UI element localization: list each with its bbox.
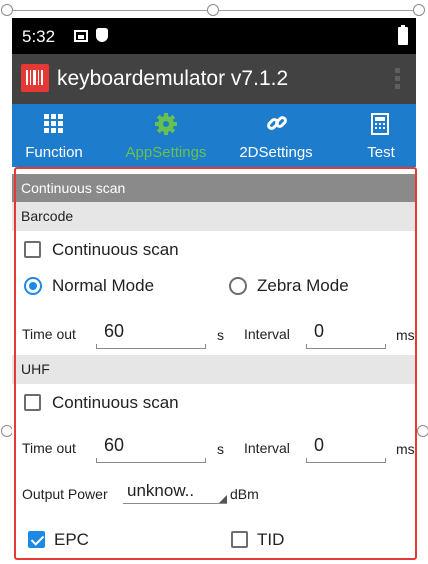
shield-notification-icon xyxy=(96,28,108,42)
tab-appsettings-label: AppSettings xyxy=(125,144,207,161)
resize-handle-mid-right[interactable] xyxy=(417,425,428,437)
resize-handle-top-right[interactable] xyxy=(413,4,425,16)
battery-icon xyxy=(398,25,408,45)
tab-test-label: Test xyxy=(367,144,395,161)
gear-icon xyxy=(155,113,177,135)
resize-handle-top-center[interactable] xyxy=(207,4,219,16)
status-time: 5:32 xyxy=(22,27,56,46)
resize-handle-top-left[interactable] xyxy=(1,4,13,16)
tab-test[interactable]: Test xyxy=(346,104,416,167)
status-bar: 5:32 xyxy=(12,18,416,54)
tab-appsettings[interactable]: AppSettings xyxy=(116,104,216,167)
phone-screen: 5:32 keyboardemulator v7.1.2 Function Ap… xyxy=(12,18,417,563)
tab-2dsettings[interactable]: 2DSettings xyxy=(226,104,326,167)
tab-bar: Function AppSettings 2DSettings Test xyxy=(12,104,416,167)
settings-panel: Continuous scan Barcode Continuous scan … xyxy=(12,167,417,563)
app-title-bar: keyboardemulator v7.1.2 xyxy=(12,54,416,104)
barcode-logo-icon xyxy=(21,64,49,92)
overflow-menu-icon[interactable] xyxy=(392,66,402,92)
tab-function[interactable]: Function xyxy=(12,104,96,167)
tab-2dsettings-label: 2DSettings xyxy=(239,144,313,161)
image-notification-icon xyxy=(74,30,88,42)
calculator-icon xyxy=(371,113,389,135)
grid-icon xyxy=(44,114,63,133)
tab-function-label: Function xyxy=(25,144,83,161)
link-icon xyxy=(267,116,287,130)
highlight-box xyxy=(14,167,417,560)
app-title: keyboardemulator v7.1.2 xyxy=(57,67,289,90)
